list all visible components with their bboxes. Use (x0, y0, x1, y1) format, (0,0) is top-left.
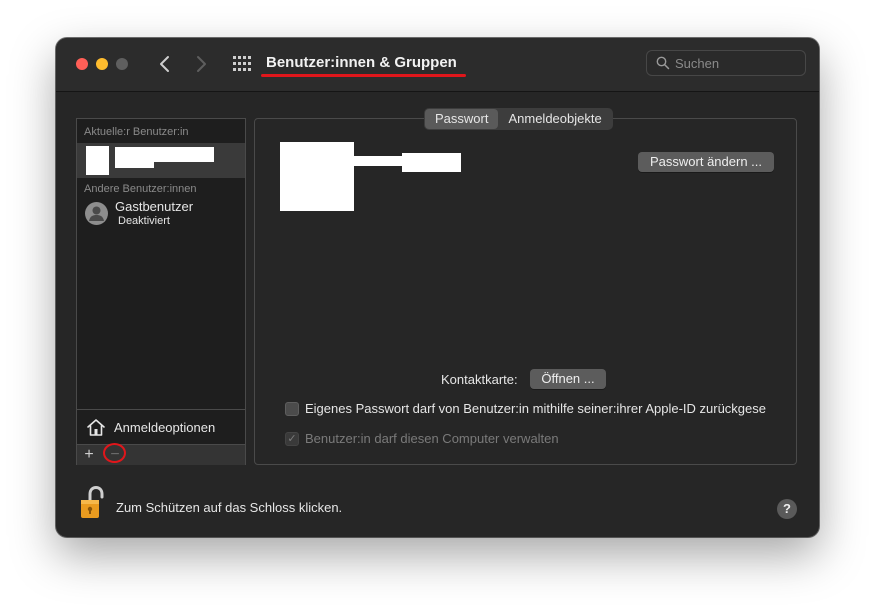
help-button[interactable]: ? (777, 499, 797, 519)
title-bar: Benutzer:innen & Gruppen (56, 38, 819, 92)
zoom-button[interactable] (116, 58, 128, 70)
apple-id-reset-label: Eigenes Passwort darf von Benutzer:in mi… (305, 401, 766, 416)
preferences-window: Benutzer:innen & Gruppen Aktuelle:r Benu… (56, 38, 819, 537)
remove-button-annotation-circle (103, 443, 126, 463)
search-field[interactable] (646, 50, 806, 76)
home-icon (87, 419, 105, 436)
redacted-full-name-extra (402, 153, 461, 172)
redacted-avatar (86, 146, 109, 175)
sidebar-toolbar: + − (77, 443, 245, 465)
guest-avatar-icon (85, 202, 108, 225)
admin-label: Benutzer:in darf diesen Computer verwalt… (305, 431, 559, 446)
add-user-button[interactable]: + (78, 445, 100, 465)
redacted-user-photo[interactable] (280, 142, 354, 211)
guest-user-name: Gastbenutzer (115, 199, 194, 214)
current-user-row[interactable] (77, 143, 245, 178)
apple-id-reset-option[interactable]: Eigenes Passwort darf von Benutzer:in mi… (285, 401, 795, 417)
tab-password[interactable]: Passwort (425, 109, 499, 129)
guest-user-row[interactable]: Gastbenutzer Deaktiviert (77, 197, 245, 231)
admin-option: ✓ Benutzer:in darf diesen Computer verwa… (285, 431, 685, 447)
user-list-sidebar: Aktuelle:r Benutzer:in Andere Benutzer:i… (76, 118, 246, 465)
apple-id-reset-checkbox[interactable] (285, 402, 299, 416)
open-contact-card-button[interactable]: Öffnen ... (530, 369, 606, 389)
current-user-section-label: Aktuelle:r Benutzer:in (84, 126, 189, 138)
minimize-button[interactable] (96, 58, 108, 70)
tab-bar: Passwort Anmeldeobjekte (424, 108, 613, 130)
unlocked-padlock-icon[interactable] (80, 486, 104, 520)
change-password-button[interactable]: Passwort ändern ... (638, 152, 774, 172)
title-annotation-underline (261, 74, 466, 77)
other-users-section-label: Andere Benutzer:innen (84, 183, 197, 195)
contact-card-label: Kontaktkarte: (441, 372, 518, 387)
admin-checkbox: ✓ (285, 432, 299, 446)
tab-login-items[interactable]: Anmeldeobjekte (498, 109, 611, 129)
redacted-user-role (115, 160, 154, 168)
search-input[interactable] (675, 54, 795, 72)
guest-user-status: Deaktiviert (118, 215, 170, 227)
login-options-button[interactable]: Anmeldeoptionen (77, 409, 245, 444)
forward-arrow-icon[interactable] (190, 52, 212, 76)
show-all-grid-icon[interactable] (232, 55, 252, 73)
lock-hint-text: Zum Schützen auf das Schloss klicken. (116, 500, 343, 515)
window-title: Benutzer:innen & Gruppen (266, 54, 457, 71)
search-icon (656, 56, 670, 70)
login-options-label: Anmeldeoptionen (114, 420, 216, 435)
redacted-full-name (354, 156, 402, 166)
user-detail-panel: Passwort ändern ... Kontaktkarte: Öffnen… (254, 118, 797, 465)
close-button[interactable] (76, 58, 88, 70)
back-arrow-icon[interactable] (154, 52, 176, 76)
